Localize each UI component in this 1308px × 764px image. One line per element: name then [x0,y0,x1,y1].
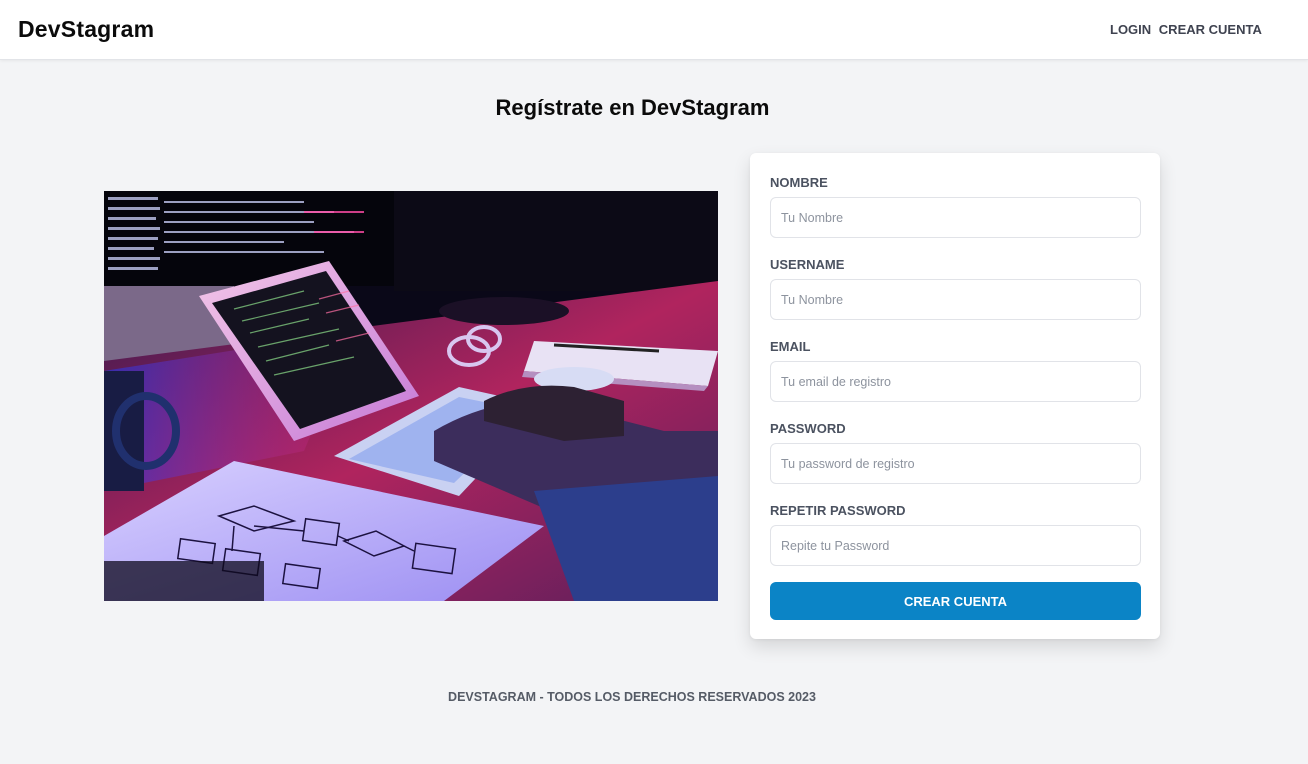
site-logo[interactable]: DevStagram [18,16,154,43]
username-input[interactable] [770,279,1141,320]
nombre-input[interactable] [770,197,1141,238]
repeat-password-label: REPETIR PASSWORD [770,503,906,518]
top-navbar: DevStagram LOGIN CREAR CUENTA [0,0,1308,60]
register-form: NOMBRE USERNAME EMAIL PASSWORD REPETIR P… [750,153,1160,639]
password-label: PASSWORD [770,421,846,436]
register-link[interactable]: CREAR CUENTA [1159,22,1262,37]
username-label: USERNAME [770,257,845,272]
email-input[interactable] [770,361,1141,402]
login-link[interactable]: LOGIN [1110,22,1151,37]
repeat-password-input[interactable] [770,525,1141,566]
password-input[interactable] [770,443,1141,484]
page-footer: DEVSTAGRAM - TODOS LOS DERECHOS RESERVAD… [448,690,816,704]
main-nav: LOGIN CREAR CUENTA [1110,22,1262,37]
page-title: Regístrate en DevStagram [495,95,770,120]
nombre-label: NOMBRE [770,175,828,190]
email-label: EMAIL [770,339,811,354]
developer-desk-image [104,191,718,601]
developer-desk-illustration [104,191,718,601]
create-account-button[interactable]: CREAR CUENTA [770,582,1141,620]
